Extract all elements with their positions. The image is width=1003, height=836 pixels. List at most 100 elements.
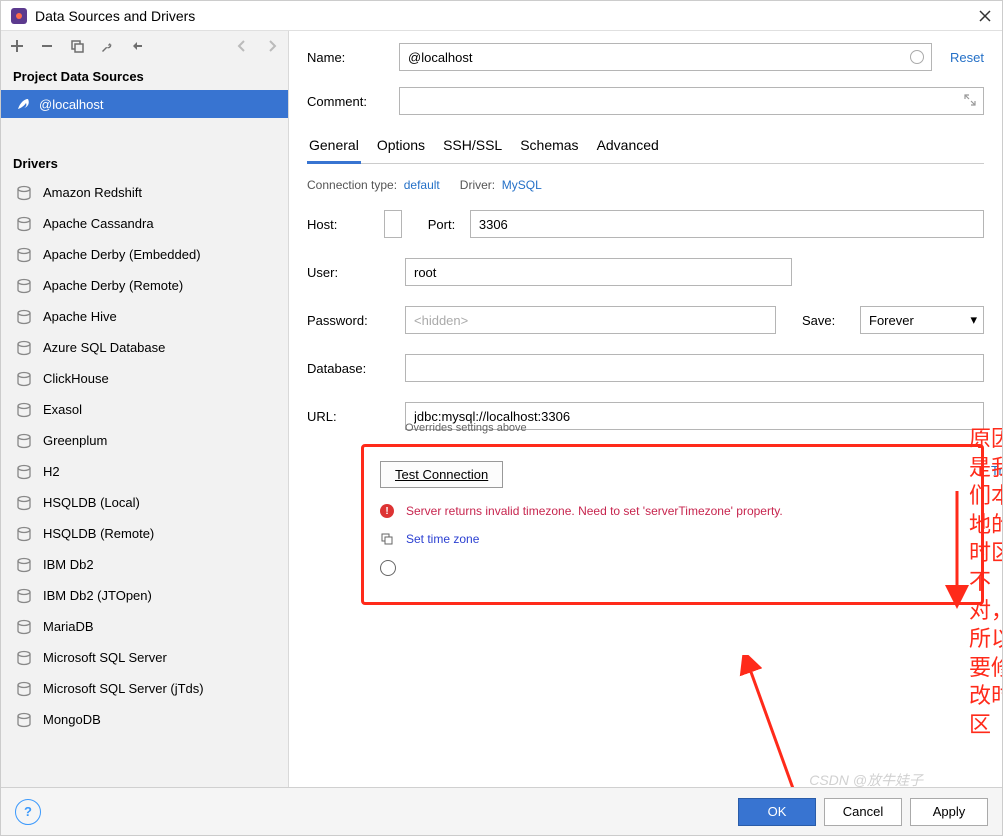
url-label: URL:	[307, 409, 393, 424]
forward-icon[interactable]	[264, 38, 280, 54]
copy-error-icon[interactable]	[380, 532, 394, 546]
driver-item[interactable]: MongoDB	[1, 704, 288, 735]
save-select[interactable]: Forever ▾	[860, 306, 984, 334]
driver-item[interactable]: Microsoft SQL Server	[1, 642, 288, 673]
driver-label: Microsoft SQL Server	[43, 650, 167, 665]
add-icon[interactable]	[9, 38, 25, 54]
apply-button[interactable]: Apply	[910, 798, 988, 826]
tab-sshssl[interactable]: SSH/SSL	[441, 131, 504, 163]
name-input[interactable]	[399, 43, 932, 71]
driver-label: Apache Derby (Embedded)	[43, 247, 201, 262]
globe-icon[interactable]	[380, 560, 396, 576]
wrench-icon[interactable]	[99, 38, 115, 54]
tab-options[interactable]: Options	[375, 131, 427, 163]
driver-icon	[15, 680, 33, 698]
driver-label: Apache Cassandra	[43, 216, 154, 231]
driver-item[interactable]: MariaDB	[1, 611, 288, 642]
tab-advanced[interactable]: Advanced	[595, 131, 661, 163]
arrow-click-icon	[739, 655, 819, 787]
driver-icon	[15, 308, 33, 326]
datasource-name: @localhost	[39, 97, 104, 112]
reset-link[interactable]: Reset	[950, 50, 984, 65]
ok-button[interactable]: OK	[738, 798, 816, 826]
conn-type-link[interactable]: default	[404, 178, 440, 192]
set-timezone-link[interactable]: Set time zone	[406, 532, 479, 546]
comment-label: Comment:	[307, 94, 399, 109]
driver-icon	[15, 463, 33, 481]
driver-label: HSQLDB (Local)	[43, 495, 140, 510]
driver-item[interactable]: Apache Hive	[1, 301, 288, 332]
driver-icon	[15, 184, 33, 202]
meta-line: Connection type: default Driver: MySQL	[307, 178, 984, 192]
driver-item[interactable]: Azure SQL Database	[1, 332, 288, 363]
color-indicator-icon[interactable]	[910, 50, 924, 64]
driver-item[interactable]: HSQLDB (Local)	[1, 487, 288, 518]
driver-icon	[15, 215, 33, 233]
troubleshooting-link[interactable]: Troubleshooting	[983, 463, 1002, 478]
driver-label: ClickHouse	[43, 371, 109, 386]
driver-label: MariaDB	[43, 619, 94, 634]
password-input[interactable]	[405, 306, 776, 334]
driver-label: IBM Db2	[43, 557, 94, 572]
footer: ? OK Cancel Apply	[1, 787, 1002, 835]
expand-icon[interactable]	[964, 94, 978, 108]
project-datasources-header: Project Data Sources	[1, 61, 288, 90]
driver-icon	[15, 339, 33, 357]
driver-item[interactable]: Greenplum	[1, 425, 288, 456]
chevron-down-icon: ▾	[970, 312, 977, 328]
driver-item[interactable]: H2	[1, 456, 288, 487]
driver-icon	[15, 494, 33, 512]
tab-schemas[interactable]: Schemas	[518, 131, 580, 163]
database-label: Database:	[307, 361, 393, 376]
driver-label: Exasol	[43, 402, 82, 417]
driver-item[interactable]: Apache Derby (Embedded)	[1, 239, 288, 270]
drivers-header: Drivers	[1, 148, 288, 177]
driver-item[interactable]: IBM Db2 (JTOpen)	[1, 580, 288, 611]
test-area: Test Connection Troubleshooting ! Server…	[361, 444, 984, 605]
remove-icon[interactable]	[39, 38, 55, 54]
driver-item[interactable]: IBM Db2	[1, 549, 288, 580]
database-input[interactable]	[405, 354, 984, 382]
main-panel: Name: Reset Comment: General Option	[289, 31, 1002, 787]
driver-label: Amazon Redshift	[43, 185, 142, 200]
host-label: Host:	[307, 217, 372, 232]
driver-item[interactable]: ClickHouse	[1, 363, 288, 394]
driver-item[interactable]: Microsoft SQL Server (jTds)	[1, 673, 288, 704]
driver-label: H2	[43, 464, 60, 479]
sidebar: Project Data Sources @localhost Drivers …	[1, 31, 289, 787]
titlebar: Data Sources and Drivers	[1, 1, 1002, 31]
driver-item[interactable]: Apache Cassandra	[1, 208, 288, 239]
tabs: General Options SSH/SSL Schemas Advanced	[307, 131, 984, 164]
driver-item[interactable]: Amazon Redshift	[1, 177, 288, 208]
comment-input[interactable]	[399, 87, 984, 115]
tab-general[interactable]: General	[307, 131, 361, 164]
driver-icon	[15, 401, 33, 419]
driver-item[interactable]: Exasol	[1, 394, 288, 425]
driver-icon	[15, 277, 33, 295]
revert-icon[interactable]	[129, 38, 145, 54]
user-label: User:	[307, 265, 393, 280]
driver-icon	[15, 246, 33, 264]
datasource-item[interactable]: @localhost	[1, 90, 288, 118]
driver-item[interactable]: HSQLDB (Remote)	[1, 518, 288, 549]
password-label: Password:	[307, 313, 393, 328]
driver-icon	[15, 711, 33, 729]
cancel-button[interactable]: Cancel	[824, 798, 902, 826]
driver-label: IBM Db2 (JTOpen)	[43, 588, 152, 603]
watermark: CSDN @放牛娃子	[809, 770, 923, 790]
close-icon[interactable]	[978, 9, 992, 23]
user-input[interactable]	[405, 258, 792, 286]
copy-icon[interactable]	[69, 38, 85, 54]
back-icon[interactable]	[234, 38, 250, 54]
help-icon[interactable]: ?	[15, 799, 41, 825]
driver-link[interactable]: MySQL	[502, 178, 542, 192]
driver-label: Apache Hive	[43, 309, 117, 324]
error-icon: !	[380, 504, 394, 518]
driver-label: HSQLDB (Remote)	[43, 526, 154, 541]
host-input[interactable]	[384, 210, 402, 238]
test-connection-button[interactable]: Test Connection	[380, 461, 503, 488]
driver-item[interactable]: Apache Derby (Remote)	[1, 270, 288, 301]
driver-icon	[15, 432, 33, 450]
app-icon	[11, 8, 27, 24]
port-input[interactable]	[470, 210, 984, 238]
